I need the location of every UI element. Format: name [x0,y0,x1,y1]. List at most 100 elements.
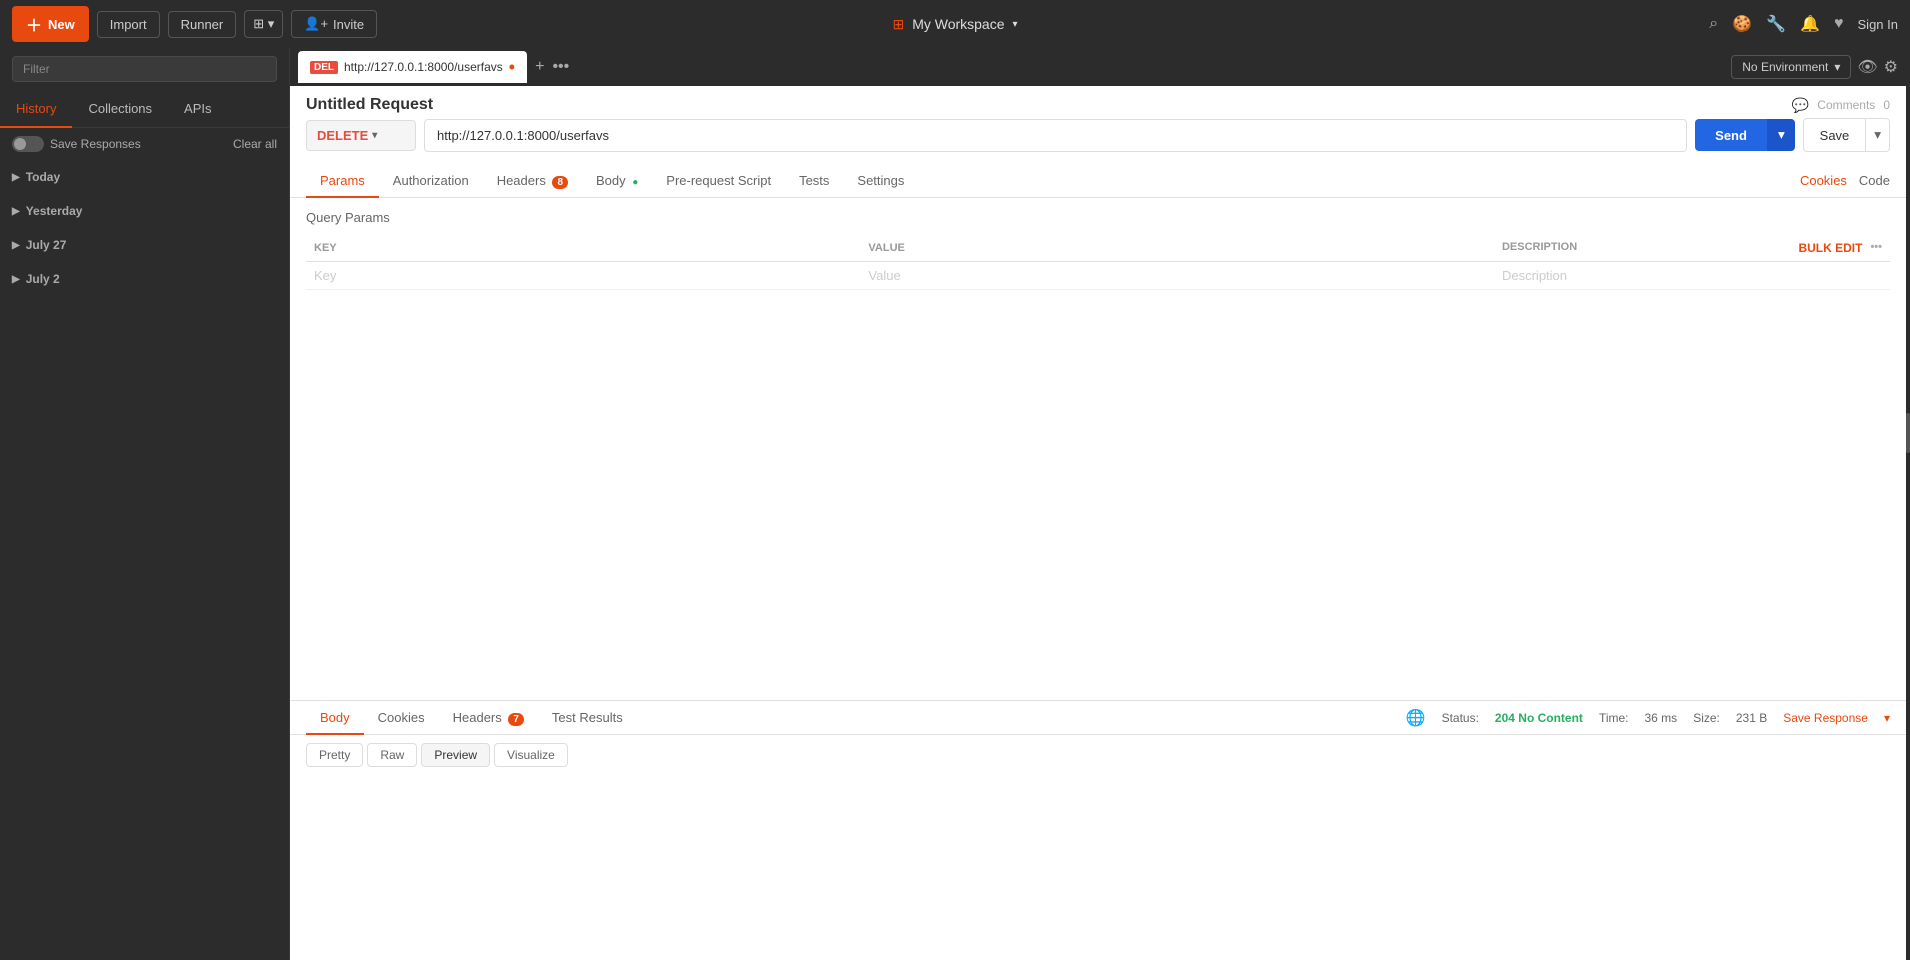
tab-method-badge: DEL [310,61,338,74]
save-responses-switch[interactable] [12,136,44,152]
param-row [306,262,1890,290]
clear-all-button[interactable]: Clear all [233,137,277,151]
code-link[interactable]: Code [1859,173,1890,188]
wrench-icon[interactable]: 🔧 [1766,14,1786,34]
invite-button[interactable]: 👤+ Invite [291,10,377,38]
req-tab-body[interactable]: Body ● [582,165,652,198]
tab-bar: DEL http://127.0.0.1:8000/userfavs • + •… [290,48,1906,86]
query-params-section: Query Params KEY VALUE DESCRIPTION ••• B… [290,198,1906,700]
comments-label[interactable]: Comments [1817,98,1875,112]
caret-icon: ▶ [12,240,20,251]
response-status: 🌐 Status: 204 No Content Time: 36 ms Siz… [1406,708,1890,728]
response-area: Body Cookies Headers 7 Test Results 🌐 St… [290,700,1906,960]
history-yesterday-label: Yesterday [26,204,83,218]
save-button[interactable]: Save [1803,118,1867,152]
description-input[interactable] [1502,268,1882,283]
time-label: Time: [1599,711,1629,725]
history-yesterday-header[interactable]: ▶ Yesterday [0,198,289,224]
req-tab-settings[interactable]: Settings [843,165,918,198]
desc-col-header: DESCRIPTION ••• Bulk Edit [1494,235,1890,262]
user-plus-icon: 👤+ [304,16,328,32]
search-input[interactable] [12,56,277,82]
tab-url-label: http://127.0.0.1:8000/userfavs [344,60,503,74]
more-options-icon[interactable]: ••• [1870,241,1882,253]
sidebar-tab-collections[interactable]: Collections [72,91,168,128]
sidebar-tab-history[interactable]: History [0,91,72,128]
env-label: No Environment [1742,60,1828,74]
request-tab[interactable]: DEL http://127.0.0.1:8000/userfavs • [298,51,527,83]
resp-tab-headers[interactable]: Headers 7 [439,702,538,735]
resp-headers-badge: 7 [508,713,524,726]
heart-icon[interactable]: ♥ [1834,15,1844,33]
bulk-edit-button[interactable]: Bulk Edit [1798,241,1862,255]
history-july27-header[interactable]: ▶ July 27 [0,232,289,258]
history-july27-label: July 27 [26,238,67,252]
workspace-selector[interactable]: ⊞ My Workspace ▾ [892,16,1017,33]
sidebar-tab-apis[interactable]: APIs [168,91,227,128]
settings-icon[interactable]: ⚙ [1884,57,1898,77]
cookies-link[interactable]: Cookies [1800,173,1847,188]
history-today-header[interactable]: ▶ Today [0,164,289,190]
save-response-button[interactable]: Save Response [1783,711,1868,725]
save-responses-label: Save Responses [50,137,141,151]
preview-button[interactable]: Preview [421,743,490,767]
url-input[interactable] [424,119,1687,152]
sidebar: History Collections APIs Save Responses … [0,48,290,960]
history-july2-header[interactable]: ▶ July 2 [0,266,289,292]
resp-tab-body[interactable]: Body [306,702,364,735]
headers-badge: 8 [552,176,568,189]
resp-tab-cookies[interactable]: Cookies [364,702,439,735]
top-right-icons: ⌕ 🍪 🔧 🔔 ♥ Sign In [1709,14,1898,34]
bell-icon[interactable]: 🔔 [1800,14,1820,34]
req-tab-authorization[interactable]: Authorization [379,165,483,198]
scroll-handle[interactable] [1906,413,1910,453]
add-tab-icon[interactable]: + [535,58,544,76]
invite-label: Invite [333,17,364,32]
send-caret-button[interactable]: ▾ [1767,119,1795,151]
new-label: New [48,17,75,32]
eye-icon[interactable]: 👁 [1857,57,1877,77]
req-tab-tests[interactable]: Tests [785,165,843,198]
size-label: Size: [1693,711,1720,725]
layout-button[interactable]: ⊞ ▾ [244,10,283,38]
history-july2-label: July 2 [26,272,60,286]
caret-icon: ▶ [12,206,20,217]
method-select[interactable]: DELETE ▾ [306,120,416,151]
more-tabs-icon[interactable]: ••• [552,58,569,76]
environment-dropdown[interactable]: No Environment ▾ [1731,55,1851,79]
toggle-knob [14,138,26,150]
sign-in-button[interactable]: Sign In [1858,17,1898,32]
url-bar: DELETE ▾ Send ▾ Save ▾ [290,118,1906,164]
body-dot: ● [632,177,638,188]
workspace-name: My Workspace [912,16,1004,32]
import-button[interactable]: Import [97,11,160,38]
visualize-button[interactable]: Visualize [494,743,568,767]
description-header: DESCRIPTION [1502,241,1577,253]
request-area: Untitled Request 💬 Comments 0 DELETE ▾ S… [290,86,1906,700]
search-bar [0,48,289,90]
raw-button[interactable]: Raw [367,743,417,767]
cookie-icon[interactable]: 🍪 [1732,14,1752,34]
env-caret-icon: ▾ [1834,60,1840,74]
key-input[interactable] [314,268,852,283]
plus-icon: ＋ [26,12,42,36]
search-slash-icon[interactable]: ⌕ [1709,15,1718,33]
sidebar-controls: Save Responses Clear all [0,128,289,160]
query-params-title: Query Params [306,210,1890,225]
save-caret-button[interactable]: ▾ [1866,118,1890,152]
globe-icon[interactable]: 🌐 [1406,708,1426,728]
size-value: 231 B [1736,711,1767,725]
req-tab-headers[interactable]: Headers 8 [483,165,582,198]
req-tab-params[interactable]: Params [306,165,379,198]
req-tab-pre-request[interactable]: Pre-request Script [652,165,785,198]
resp-tab-test-results[interactable]: Test Results [538,702,637,735]
new-button[interactable]: ＋ New [12,6,89,42]
runner-button[interactable]: Runner [168,11,237,38]
value-col-header: VALUE [860,235,1494,262]
method-label: DELETE [317,128,368,143]
value-input[interactable] [868,268,1486,283]
request-tabs: Params Authorization Headers 8 Body ● Pr… [290,164,1906,198]
send-button[interactable]: Send [1695,119,1767,151]
save-response-caret[interactable]: ▾ [1884,711,1890,725]
pretty-button[interactable]: Pretty [306,743,363,767]
